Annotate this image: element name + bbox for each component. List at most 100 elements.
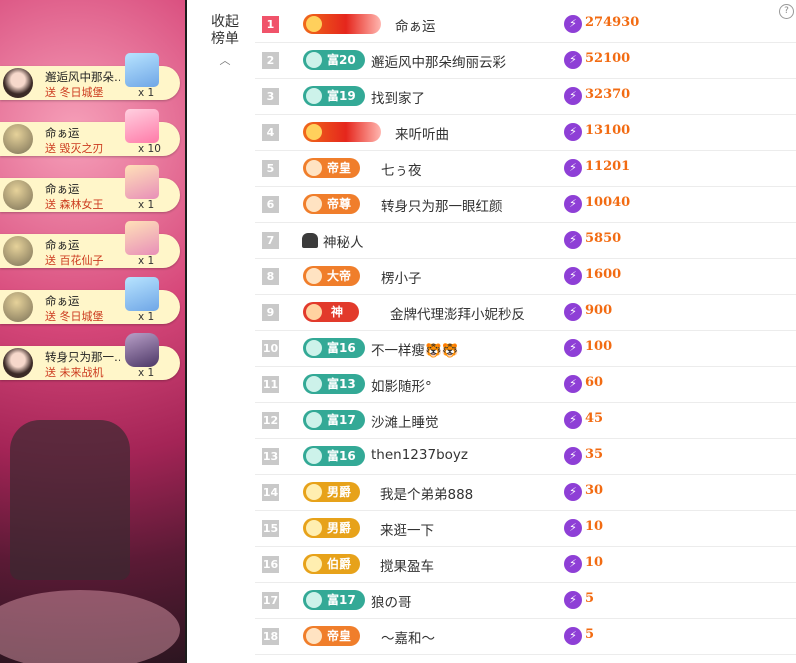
gift-sender-name[interactable]: 命ぁ运 [45, 237, 80, 253]
badge-label: 富20 [327, 53, 356, 67]
ranking-row[interactable]: 12 富17 沙滩上睡觉 ⚡ 45 [255, 402, 796, 439]
ranking-username[interactable]: 命ぁ运 [395, 15, 436, 35]
ranking-username[interactable]: ～嘉和～ [381, 627, 435, 647]
badge-emblem-icon [306, 484, 322, 500]
ranking-row[interactable]: 3 富19 找到家了 ⚡ 32370 [255, 78, 796, 115]
avatar[interactable] [3, 68, 33, 98]
ranking-username[interactable]: 搅果盈车 [380, 555, 434, 575]
background-decoration [0, 590, 180, 663]
ranking-row[interactable]: 8 大帝 楞小子 ⚡ 1600 [255, 258, 796, 295]
ranking-row[interactable]: 4 来听听曲 ⚡ 13100 [255, 114, 796, 151]
badge-label: 富16 [327, 341, 356, 355]
collapse-ranking-button[interactable]: 收起榜单 ︿ [208, 14, 242, 69]
gift-sender-name[interactable]: 转身只为那一… [45, 349, 120, 365]
lightning-coin-icon: ⚡ [564, 627, 582, 645]
rank-number: 10 [262, 340, 279, 357]
level-badge: 富16 [303, 446, 365, 466]
contribution-score: 10 [585, 519, 604, 534]
ranking-row[interactable]: 2 富20 邂逅风中那朵绚丽云彩 ⚡ 52100 [255, 42, 796, 79]
ranking-row[interactable]: 11 富13 如影随形° ⚡ 60 [255, 366, 796, 403]
gift-sender-name[interactable]: 命ぁ运 [45, 181, 80, 197]
lightning-coin-icon: ⚡ [564, 303, 582, 321]
gift-message: 命ぁ运送 毁灭之刃 x 10 [0, 109, 180, 156]
collapse-label: 收起榜单 [211, 14, 239, 47]
badge-label: 男爵 [327, 485, 352, 499]
gift-sender-name[interactable]: 命ぁ运 [45, 293, 80, 309]
ranking-row[interactable]: 5 帝皇 七ぅ夜 ⚡ 11201 [255, 150, 796, 187]
rank-number: 15 [262, 520, 279, 537]
badge-emblem-icon [306, 52, 322, 68]
badge-emblem-icon [306, 556, 322, 572]
ranking-row[interactable]: 14 男爵 我是个弟弟888 ⚡ 30 [255, 474, 796, 511]
ranking-row[interactable]: 18 帝皇 ～嘉和～ ⚡ 5 [255, 618, 796, 655]
avatar[interactable] [3, 124, 33, 154]
ranking-username[interactable]: 我是个弟弟888 [380, 483, 473, 503]
gift-sender-name[interactable]: 命ぁ运 [45, 125, 80, 141]
ranking-username[interactable]: 神秘人 [323, 231, 364, 251]
ranking-row[interactable]: 17 富17 狼の哥 ⚡ 5 [255, 582, 796, 619]
avatar[interactable] [3, 348, 33, 378]
ranking-username[interactable]: 金牌代理澎拜小妮秒反 [390, 303, 525, 323]
ranking-username[interactable]: 狼の哥 [371, 591, 412, 611]
badge-label: 富19 [327, 89, 356, 103]
avatar[interactable] [3, 236, 33, 266]
ranking-row[interactable]: 16 伯爵 搅果盈车 ⚡ 10 [255, 546, 796, 583]
badge-emblem-icon [306, 412, 322, 428]
badge-label: 富17 [327, 413, 356, 427]
contribution-score: 13100 [585, 123, 631, 138]
jet-gift-icon [125, 333, 159, 367]
lightning-coin-icon: ⚡ [564, 555, 582, 573]
ranking-username[interactable]: 楞小子 [381, 267, 422, 287]
badge-emblem-icon [306, 340, 322, 356]
ranking-username[interactable]: 转身只为那一眼红颜 [381, 195, 503, 215]
gift-sender-name[interactable]: 邂逅风中那朵… [45, 69, 120, 85]
lightning-coin-icon: ⚡ [564, 519, 582, 537]
ranking-username[interactable]: then1237boyz [371, 447, 468, 463]
ranking-username[interactable]: 沙滩上睡觉 [371, 411, 439, 431]
mystery-user-icon [302, 233, 318, 248]
ranking-username[interactable]: 找到家了 [371, 87, 425, 107]
ranking-row[interactable]: 15 男爵 来逛一下 ⚡ 10 [255, 510, 796, 547]
gift-count: x 1 [138, 255, 155, 267]
level-badge: 富17 [303, 590, 365, 610]
rank-number: 11 [262, 376, 279, 393]
lightning-coin-icon: ⚡ [564, 51, 582, 69]
contribution-score: 11201 [585, 159, 631, 174]
level-badge: 富17 [303, 410, 365, 430]
contribution-score: 32370 [585, 87, 631, 102]
ranking-username[interactable]: 来逛一下 [380, 519, 434, 539]
badge-emblem-icon [306, 520, 322, 536]
contribution-score: 52100 [585, 51, 631, 66]
rank-number: 9 [262, 304, 279, 321]
contribution-score: 5850 [585, 231, 622, 246]
gift-name: 送 毁灭之刃 [45, 142, 104, 155]
ranking-panel: 收起榜单 ︿ ? 1 命ぁ运 ⚡ 274930 2 富20 邂逅风中那朵绚丽云彩 ⚡ 52100… [190, 0, 796, 663]
ranking-row[interactable]: 9 神 金牌代理澎拜小妮秒反 ⚡ 900 [255, 294, 796, 331]
lightning-coin-icon: ⚡ [564, 483, 582, 501]
rank-number: 18 [262, 628, 279, 645]
ranking-row[interactable]: 10 富16 不一样瘦🐯🐯 ⚡ 100 [255, 330, 796, 367]
ranking-username[interactable]: 邂逅风中那朵绚丽云彩 [371, 51, 506, 71]
gift-message: 命ぁ运送 冬日城堡 x 1 [0, 277, 180, 324]
ranking-row[interactable]: 1 命ぁ运 ⚡ 274930 [255, 6, 796, 43]
ranking-row[interactable]: 6 帝尊 转身只为那一眼红颜 ⚡ 10040 [255, 186, 796, 223]
avatar[interactable] [3, 292, 33, 322]
badge-label: 帝尊 [327, 197, 352, 211]
gift-name: 送 冬日城堡 [45, 310, 104, 323]
ranking-row[interactable]: 7 神秘人 ⚡ 5850 [255, 222, 796, 259]
ranking-username[interactable]: 不一样瘦🐯🐯 [371, 339, 459, 359]
ranking-row[interactable]: 13 富16 then1237boyz ⚡ 35 [255, 438, 796, 475]
level-badge: 伯爵 [303, 554, 361, 574]
ranking-username[interactable]: 如影随形° [371, 375, 432, 395]
ranking-username[interactable]: 七ぅ夜 [381, 159, 422, 179]
lightning-coin-icon: ⚡ [564, 411, 582, 429]
ranking-username[interactable]: 来听听曲 [395, 123, 449, 143]
contribution-score: 274930 [585, 15, 640, 30]
badge-emblem-icon [306, 592, 322, 608]
badge-label: 神 [331, 305, 344, 319]
avatar[interactable] [3, 180, 33, 210]
contribution-score: 10 [585, 555, 604, 570]
level-badge: 大帝 [303, 266, 361, 286]
badge-emblem-icon [306, 268, 322, 284]
badge-label: 男爵 [327, 521, 352, 535]
